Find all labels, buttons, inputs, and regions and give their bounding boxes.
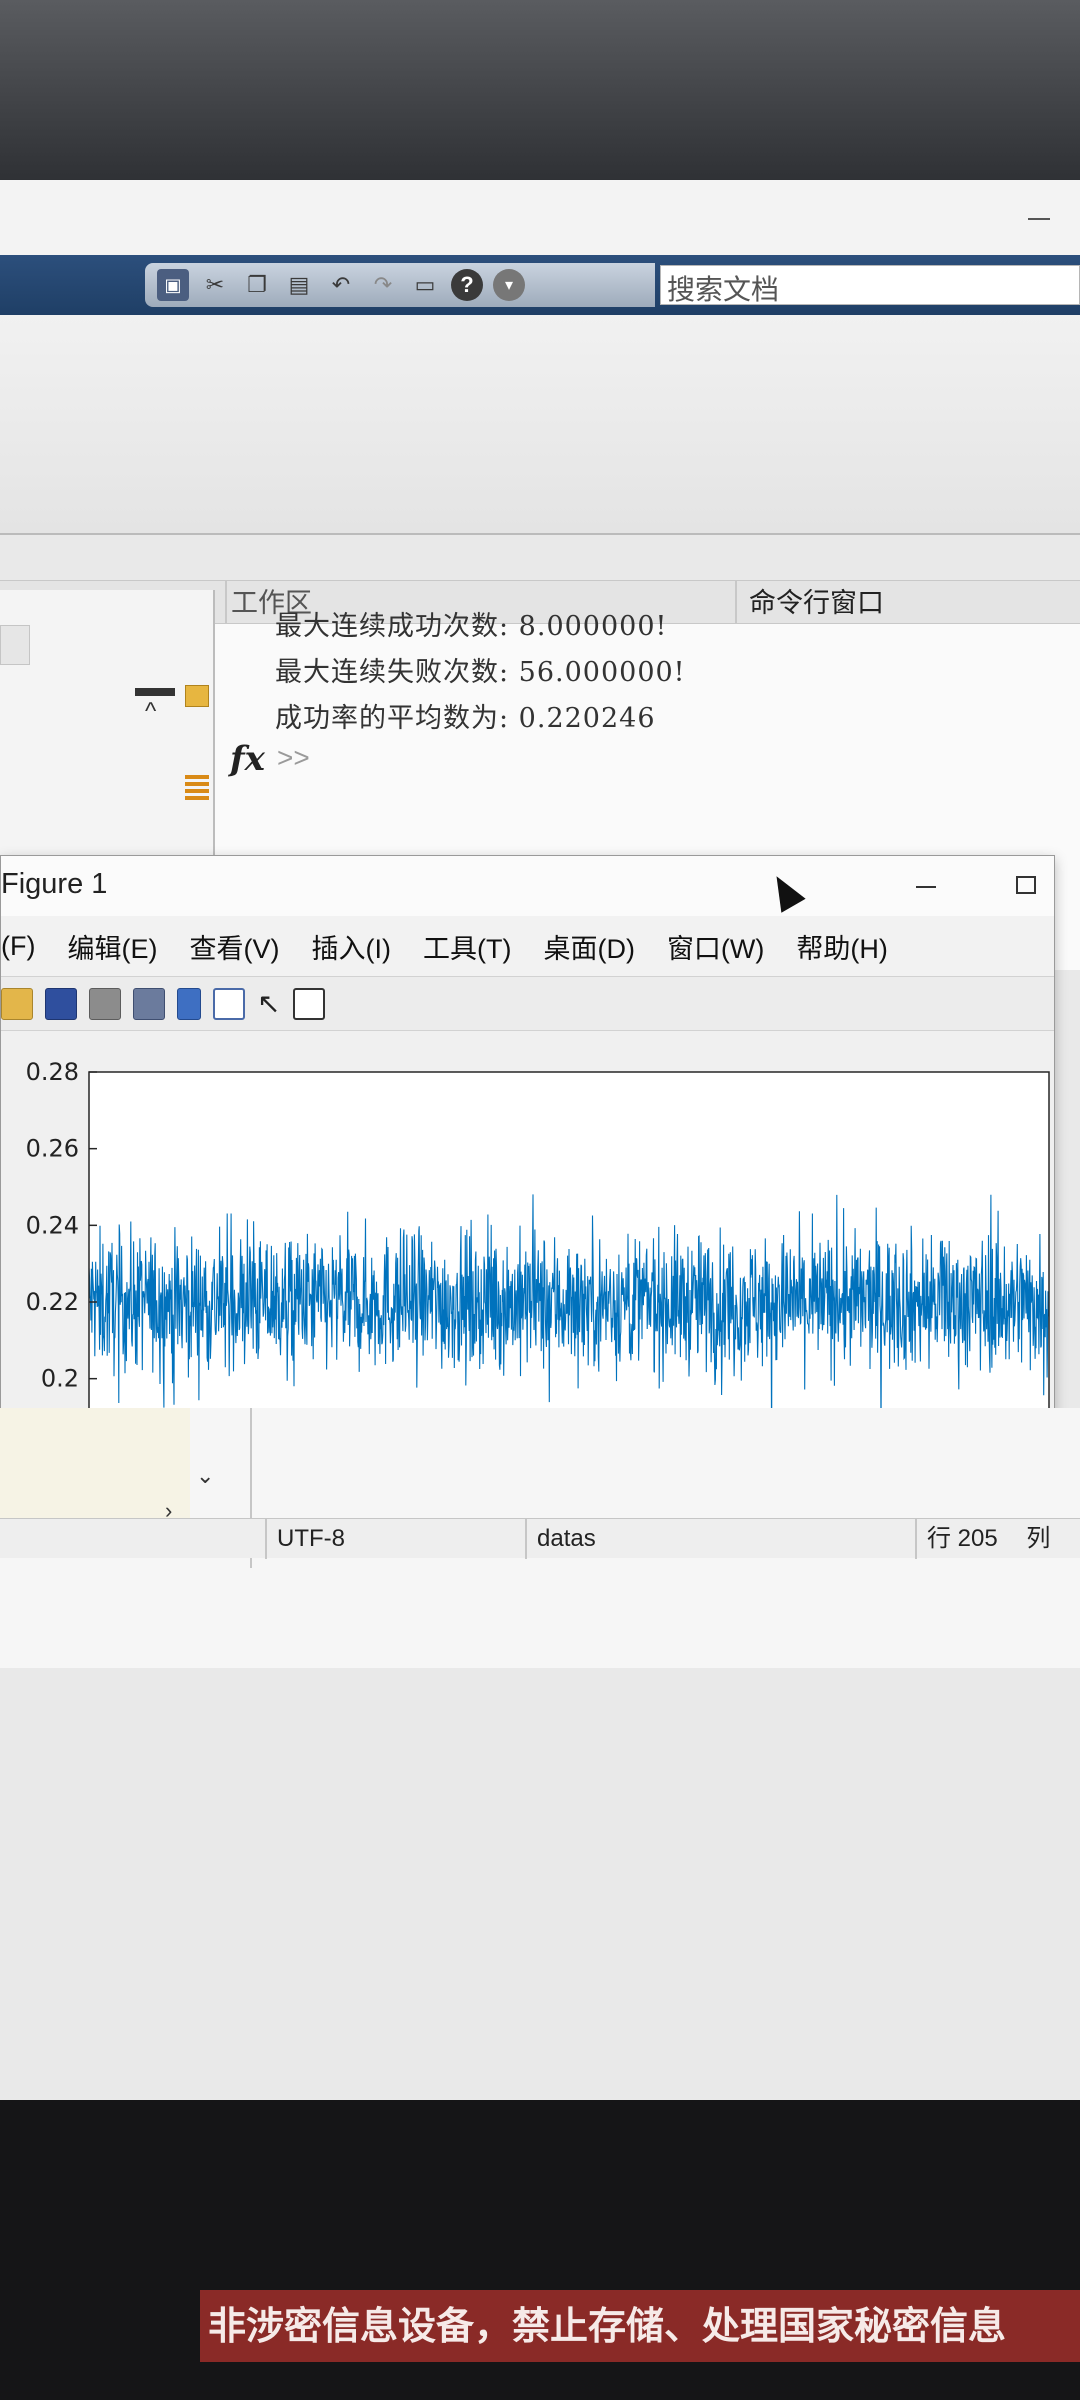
y-tick-label: 0.24 xyxy=(26,1211,79,1239)
monitor-bezel-top xyxy=(0,0,1080,185)
help-icon[interactable]: ? xyxy=(451,269,483,301)
menu-help[interactable]: 帮助(H) xyxy=(796,927,901,966)
cut-icon[interactable]: ✂ xyxy=(199,269,231,301)
save-icon[interactable]: ▣ xyxy=(157,269,189,301)
security-notice-banner: 非涉密信息设备，禁止存储、处理国家秘密信息 xyxy=(200,2290,1080,2362)
folder-icon[interactable] xyxy=(185,685,209,707)
status-col-label: 列 xyxy=(1026,1525,1051,1552)
insert-legend-icon[interactable] xyxy=(213,987,245,1020)
switch-windows-icon[interactable]: ▭ xyxy=(409,269,441,301)
edit-plot-arrow-icon[interactable]: ↖ xyxy=(257,988,281,1019)
fx-icon[interactable]: fx xyxy=(230,739,265,779)
chevron-down-icon[interactable]: ⌄ xyxy=(196,1463,214,1489)
quick-access-toolbar: ▣ ✂ ❐ ▤ ↶ ↷ ▭ ? ▾ xyxy=(145,263,655,307)
open-file-icon[interactable] xyxy=(1,987,33,1020)
status-row-label: 行 xyxy=(927,1525,951,1552)
figure-toolbar: ↖ xyxy=(1,976,1054,1031)
status-encoding: UTF-8 xyxy=(265,1519,525,1559)
menu-desktop[interactable]: 桌面(D) xyxy=(543,927,648,966)
main-titlebar xyxy=(0,180,1080,255)
figure-titlebar[interactable]: Figure 1 xyxy=(1,856,1054,916)
y-tick-label: 0.28 xyxy=(26,1058,79,1086)
toolstrip: ▣ ✂ ❐ ▤ ↶ ↷ ▭ ? ▾ 搜索文档 xyxy=(0,255,1080,315)
property-editor-icon[interactable] xyxy=(293,987,325,1020)
status-file-name: datas xyxy=(525,1519,915,1559)
y-tick-label: 0.2 xyxy=(41,1365,79,1393)
status-bar: UTF-8 datas 行 205 列 xyxy=(0,1518,1080,1559)
insert-colorbar-icon[interactable] xyxy=(177,987,201,1020)
figure-maximize-icon[interactable] xyxy=(1016,876,1036,894)
command-prompt[interactable]: >> xyxy=(277,742,310,774)
print-icon[interactable] xyxy=(89,987,121,1020)
status-cursor-position: 行 205 列 xyxy=(915,1519,1080,1559)
figure-menubar: (F) 编辑(E) 查看(V) 插入(I) 工具(T) 桌面(D) 窗口(W) … xyxy=(1,916,1054,976)
command-output-line: 最大连续成功次数: 8.000000! xyxy=(275,611,668,642)
figure-minimize-icon[interactable] xyxy=(916,886,936,888)
link-plot-icon[interactable] xyxy=(133,987,165,1020)
command-window-panel-label[interactable]: 命令行窗口 xyxy=(735,581,1080,625)
panel-splitter[interactable] xyxy=(135,688,175,696)
redo-icon[interactable]: ↷ xyxy=(367,269,399,301)
menu-window[interactable]: 窗口(W) xyxy=(667,927,778,966)
menu-view[interactable]: 查看(V) xyxy=(189,927,293,966)
save-figure-icon[interactable] xyxy=(45,987,77,1020)
menu-file[interactable]: (F) xyxy=(1,931,49,962)
folder-tab[interactable] xyxy=(0,625,30,665)
menu-edit[interactable]: 编辑(E) xyxy=(67,927,171,966)
ribbon-area xyxy=(0,315,1080,535)
status-row-value: 205 xyxy=(957,1525,998,1552)
y-tick-label: 0.22 xyxy=(26,1288,79,1316)
copy-icon[interactable]: ❐ xyxy=(241,269,273,301)
y-tick-label: 0.26 xyxy=(26,1135,79,1163)
chevron-up-icon[interactable]: ^ xyxy=(145,698,156,726)
command-output-line: 最大连续失败次数: 56.000000! xyxy=(275,657,686,688)
menu-tools[interactable]: 工具(T) xyxy=(423,927,525,966)
paste-icon[interactable]: ▤ xyxy=(283,269,315,301)
undo-icon[interactable]: ↶ xyxy=(325,269,357,301)
menu-insert[interactable]: 插入(I) xyxy=(311,927,404,966)
search-documentation-input[interactable]: 搜索文档 xyxy=(660,265,1080,306)
dropdown-icon[interactable]: ▾ xyxy=(493,269,525,301)
mouse-cursor-icon xyxy=(764,869,806,913)
matlab-screen: ▣ ✂ ❐ ▤ ↶ ↷ ▭ ? ▾ 搜索文档 工作区 命令行窗口 ^ 最大连续成… xyxy=(0,180,1080,2100)
command-output-line: 成功率的平均数为: 0.220246 xyxy=(275,703,656,734)
minimize-icon[interactable] xyxy=(1028,218,1050,220)
figure-title: Figure 1 xyxy=(1,868,108,900)
list-icon[interactable] xyxy=(185,775,209,801)
